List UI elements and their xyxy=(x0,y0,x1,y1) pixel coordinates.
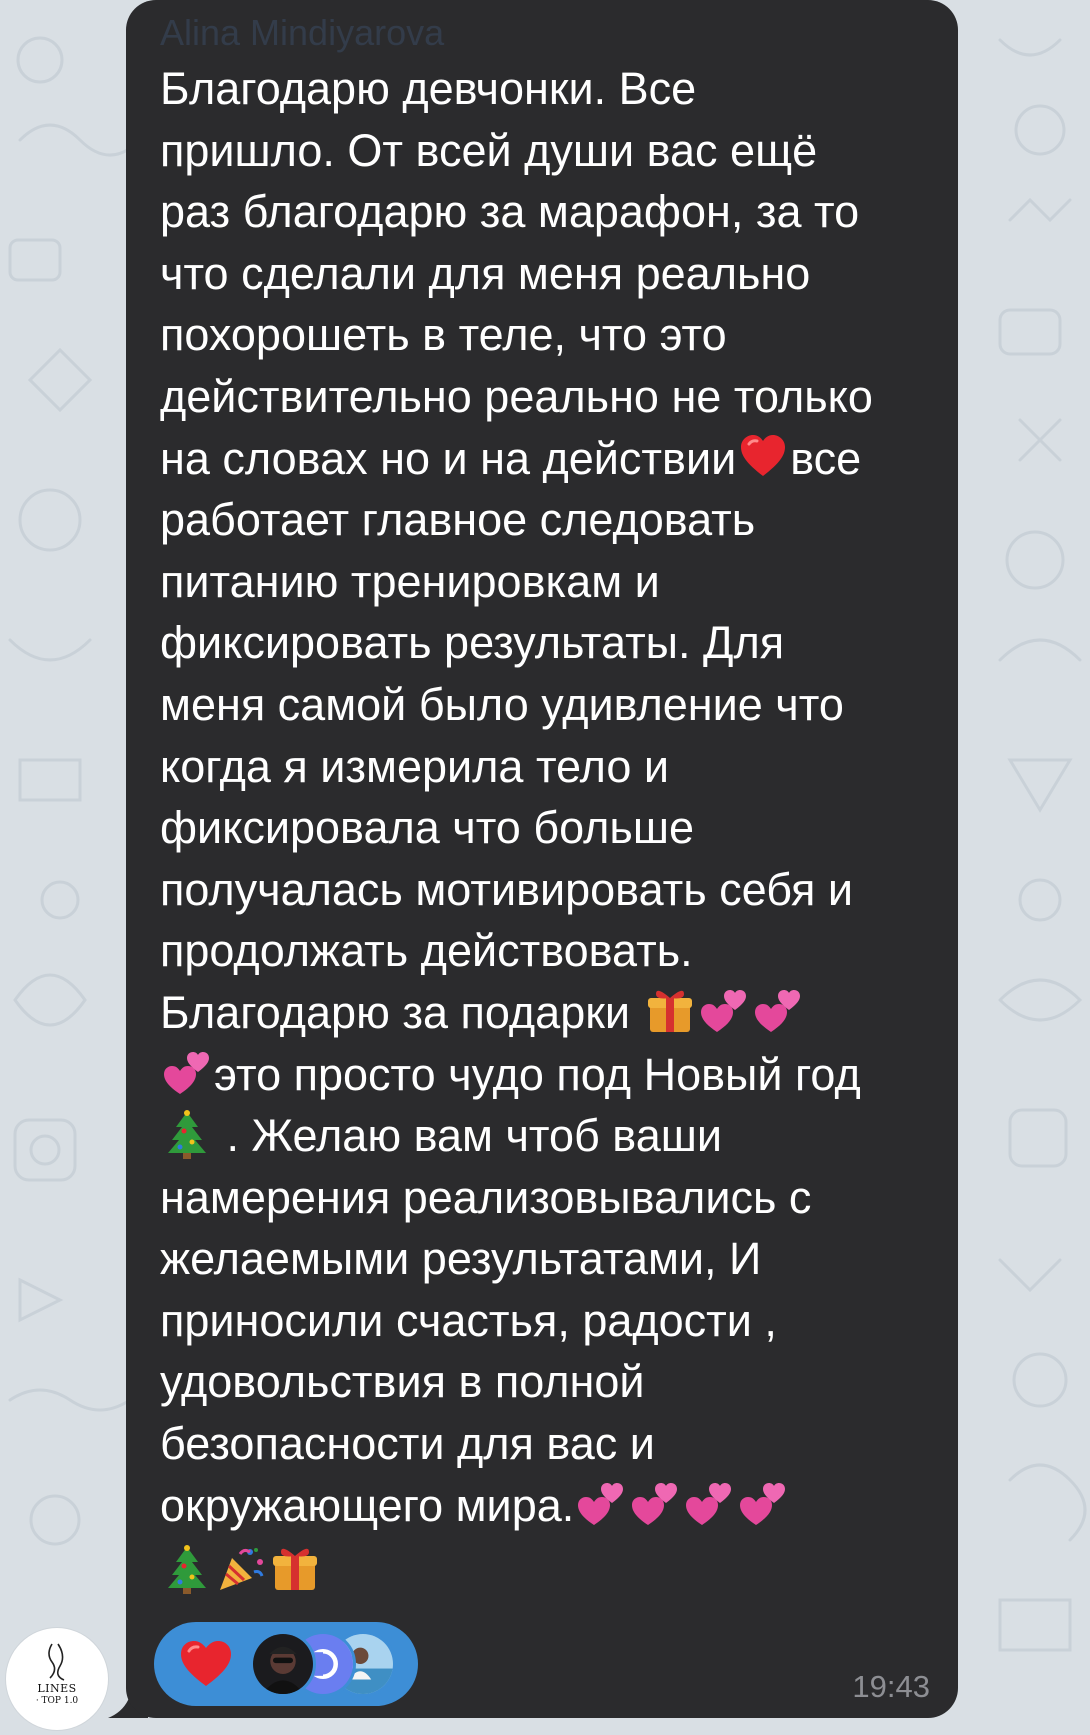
lines-logo-icon xyxy=(48,1643,65,1681)
two-hearts-icon xyxy=(576,1479,626,1529)
message-fragment: на словах но и на действии xyxy=(160,432,737,484)
message-text: Благодарю девчонки. Все пришло. От всей … xyxy=(160,58,940,1602)
message-line: когда я измерила тело и xyxy=(160,740,670,792)
message-line: похорошеть в теле, что это xyxy=(160,309,727,361)
message-line: намерения реализовывались с xyxy=(160,1171,812,1223)
party-popper-icon xyxy=(216,1544,266,1594)
message-line: Благодарю девчонки. Все xyxy=(160,63,697,114)
emoji-line xyxy=(160,1536,940,1602)
two-hearts-icon xyxy=(699,986,749,1036)
message-line: меня самой было удивление что xyxy=(160,678,844,730)
message-line: это просто чудо под Новый год xyxy=(160,1044,940,1106)
message-fragment: Благодарю за подарки xyxy=(160,986,643,1038)
christmas-tree-icon xyxy=(162,1109,212,1160)
message-fragment: . Желаю вам чтоб ваши xyxy=(214,1110,722,1162)
message-line: фиксировать результаты. Для xyxy=(160,617,785,669)
message-line: . Желаю вам чтоб ваши xyxy=(160,1105,940,1167)
gift-icon xyxy=(270,1544,320,1594)
christmas-tree-icon xyxy=(162,1544,212,1595)
message-line: окружающего мира. xyxy=(160,1475,940,1537)
two-hearts-icon xyxy=(684,1479,734,1529)
two-hearts-icon xyxy=(753,986,803,1036)
message-line: приносили счастья, радости , xyxy=(160,1294,777,1346)
reactor-avatars[interactable] xyxy=(250,1629,410,1699)
message-line: раз благодарю за марафон, за то xyxy=(160,186,860,238)
message-line: фиксировала что больше xyxy=(160,802,694,854)
avatar-logo-subtext: · TOP 1.0 xyxy=(35,1696,79,1706)
message-fragment: окружающего мира. xyxy=(160,1479,575,1531)
message-line: питанию тренировкам и xyxy=(160,555,660,607)
red-heart-icon xyxy=(178,1638,234,1690)
avatar xyxy=(250,1631,316,1697)
message-fragment: это просто чудо под Новый год xyxy=(214,1048,861,1100)
message-timestamp: 19:43 xyxy=(852,1669,930,1704)
message-line: желаемыми результатами, И xyxy=(160,1233,762,1285)
avatar-logo-text: LINES xyxy=(37,1682,77,1695)
two-hearts-icon xyxy=(738,1479,788,1529)
reaction-pill[interactable] xyxy=(154,1622,418,1706)
message-fragment: все xyxy=(790,432,862,484)
message-line: на словах но и на действии все xyxy=(160,428,940,490)
message-line: работает главное следовать xyxy=(160,494,756,546)
message-line: Благодарю за подарки xyxy=(160,982,940,1044)
message-line: продолжать действовать. xyxy=(160,925,693,977)
gift-icon xyxy=(645,986,695,1036)
two-hearts-icon xyxy=(162,1048,212,1098)
message-line: удовольствия в полной xyxy=(160,1356,645,1408)
red-heart-icon xyxy=(738,432,788,482)
sender-avatar[interactable]: LINES · TOP 1.0 xyxy=(6,1628,108,1730)
two-hearts-icon xyxy=(630,1479,680,1529)
message-line: действительно реально не только xyxy=(160,370,873,422)
sender-name[interactable]: Alina Mindiyarova xyxy=(160,12,444,54)
message-line: получалась мотивировать себя и xyxy=(160,863,853,915)
message-line: что сделали для меня реально xyxy=(160,247,811,299)
message-line: пришло. От всей души вас ещё xyxy=(160,124,818,176)
message-line: безопасности для вас и xyxy=(160,1418,655,1470)
